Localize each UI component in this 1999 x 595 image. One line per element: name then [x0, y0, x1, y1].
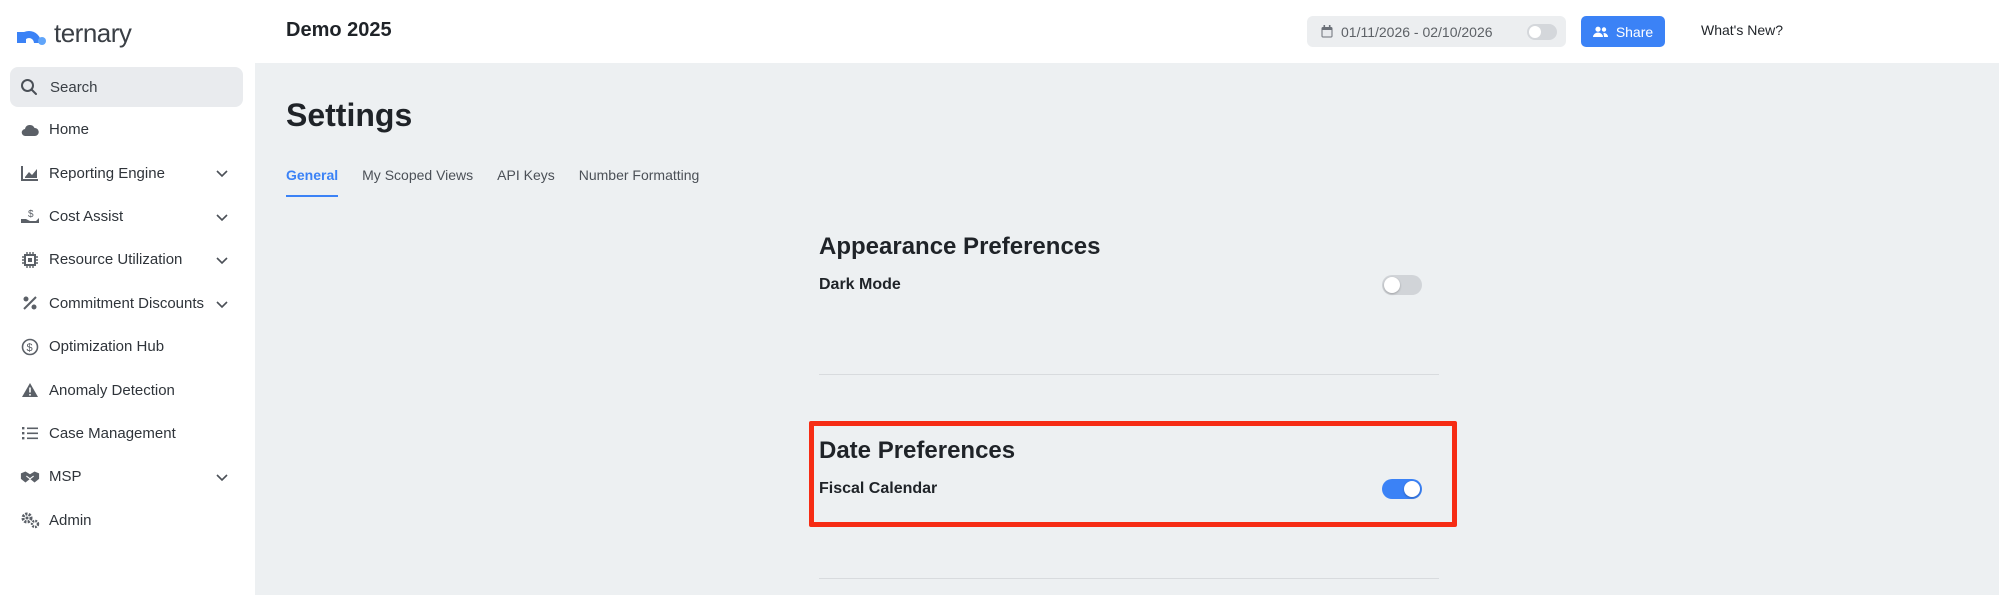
chevron-down-icon[interactable]: [214, 469, 230, 485]
search-label: Search: [50, 78, 98, 96]
percent-icon: [20, 293, 40, 313]
sidebar-item-resource-utilization[interactable]: Resource Utilization: [0, 238, 255, 281]
hand-coin-icon: $: [20, 206, 40, 226]
chevron-down-icon[interactable]: [214, 209, 230, 225]
users-icon: [1592, 26, 1608, 37]
sidebar-item-label: Admin: [49, 511, 92, 529]
warning-icon: [20, 380, 40, 400]
date-range-toggle[interactable]: [1527, 24, 1557, 40]
dollar-circle-icon: $: [20, 337, 40, 357]
ternary-logo[interactable]: ternary: [14, 18, 132, 49]
chevron-down-icon[interactable]: [214, 165, 230, 181]
sidebar-item-label: Case Management: [49, 424, 176, 442]
sidebar-item-optimization-hub[interactable]: $ Optimization Hub: [0, 325, 255, 368]
cloud-icon: [20, 120, 40, 140]
dark-mode-row: Dark Mode: [819, 275, 1439, 295]
sidebar: ternary Search Home Reporting Engine $ C: [0, 0, 255, 595]
tab-my-scoped-views[interactable]: My Scoped Views: [362, 167, 473, 197]
sidebar-item-label: Reporting Engine: [49, 164, 165, 182]
tab-number-formatting[interactable]: Number Formatting: [579, 167, 700, 197]
sidebar-item-label: Commitment Discounts: [49, 294, 205, 312]
search-button[interactable]: Search: [10, 67, 243, 107]
page-title: Settings: [286, 97, 413, 133]
sidebar-item-label: Home: [49, 121, 90, 139]
context-title[interactable]: Demo 2025: [286, 19, 392, 42]
highlight-annotation-box: [809, 421, 1457, 527]
logo-icon: [17, 30, 46, 45]
section-divider: [819, 578, 1439, 579]
svg-text:$: $: [28, 209, 34, 220]
sidebar-item-anomaly-detection[interactable]: Anomaly Detection: [0, 368, 255, 411]
sidebar-item-msp[interactable]: MSP: [0, 455, 255, 498]
chart-icon: [20, 163, 40, 183]
sidebar-item-label: MSP: [49, 468, 82, 486]
dark-mode-toggle[interactable]: [1382, 275, 1422, 295]
appearance-preferences-section: Appearance Preferences Dark Mode: [819, 233, 1439, 295]
date-range-picker[interactable]: 01/11/2026 - 02/10/2026: [1307, 16, 1566, 47]
sidebar-nav: Home Reporting Engine $ Cost Assist Reso…: [0, 108, 255, 542]
tab-api-keys[interactable]: API Keys: [497, 167, 555, 197]
sidebar-item-cost-assist[interactable]: $ Cost Assist: [0, 195, 255, 238]
calendar-icon: [1321, 25, 1333, 38]
date-range-text: 01/11/2026 - 02/10/2026: [1341, 23, 1493, 40]
chevron-down-icon[interactable]: [214, 252, 230, 268]
chip-icon: [20, 250, 40, 270]
sidebar-item-label: Optimization Hub: [49, 338, 165, 356]
sidebar-item-label: Resource Utilization: [49, 251, 183, 269]
sidebar-item-commitment-discounts[interactable]: Commitment Discounts: [0, 282, 255, 325]
whats-new-link[interactable]: What's New?: [1701, 22, 1783, 38]
dark-mode-label: Dark Mode: [819, 276, 901, 293]
search-icon: [21, 79, 37, 95]
share-label: Share: [1615, 23, 1654, 40]
chevron-down-icon[interactable]: [214, 296, 230, 312]
share-button[interactable]: Share: [1581, 16, 1665, 47]
sidebar-item-label: Cost Assist: [49, 207, 124, 225]
list-icon: [20, 423, 40, 443]
logo-text: ternary: [54, 18, 132, 48]
sidebar-item-reporting-engine[interactable]: Reporting Engine: [0, 151, 255, 194]
settings-tabs: General My Scoped Views API Keys Number …: [286, 167, 699, 197]
top-header: Demo 2025 01/11/2026 - 02/10/2026 Share …: [255, 0, 1999, 63]
handshake-icon: [20, 467, 40, 487]
main-content: Settings General My Scoped Views API Key…: [255, 63, 1999, 595]
tab-general[interactable]: General: [286, 167, 339, 197]
sidebar-item-label: Anomaly Detection: [49, 381, 175, 399]
section-title: Appearance Preferences: [819, 233, 1101, 260]
gears-icon: [20, 510, 40, 530]
sidebar-item-home[interactable]: Home: [0, 108, 255, 151]
svg-text:$: $: [27, 342, 33, 354]
section-divider: [819, 374, 1439, 375]
sidebar-item-case-management[interactable]: Case Management: [0, 412, 255, 455]
sidebar-item-admin[interactable]: Admin: [0, 499, 255, 542]
toggle-knob: [1384, 277, 1400, 293]
